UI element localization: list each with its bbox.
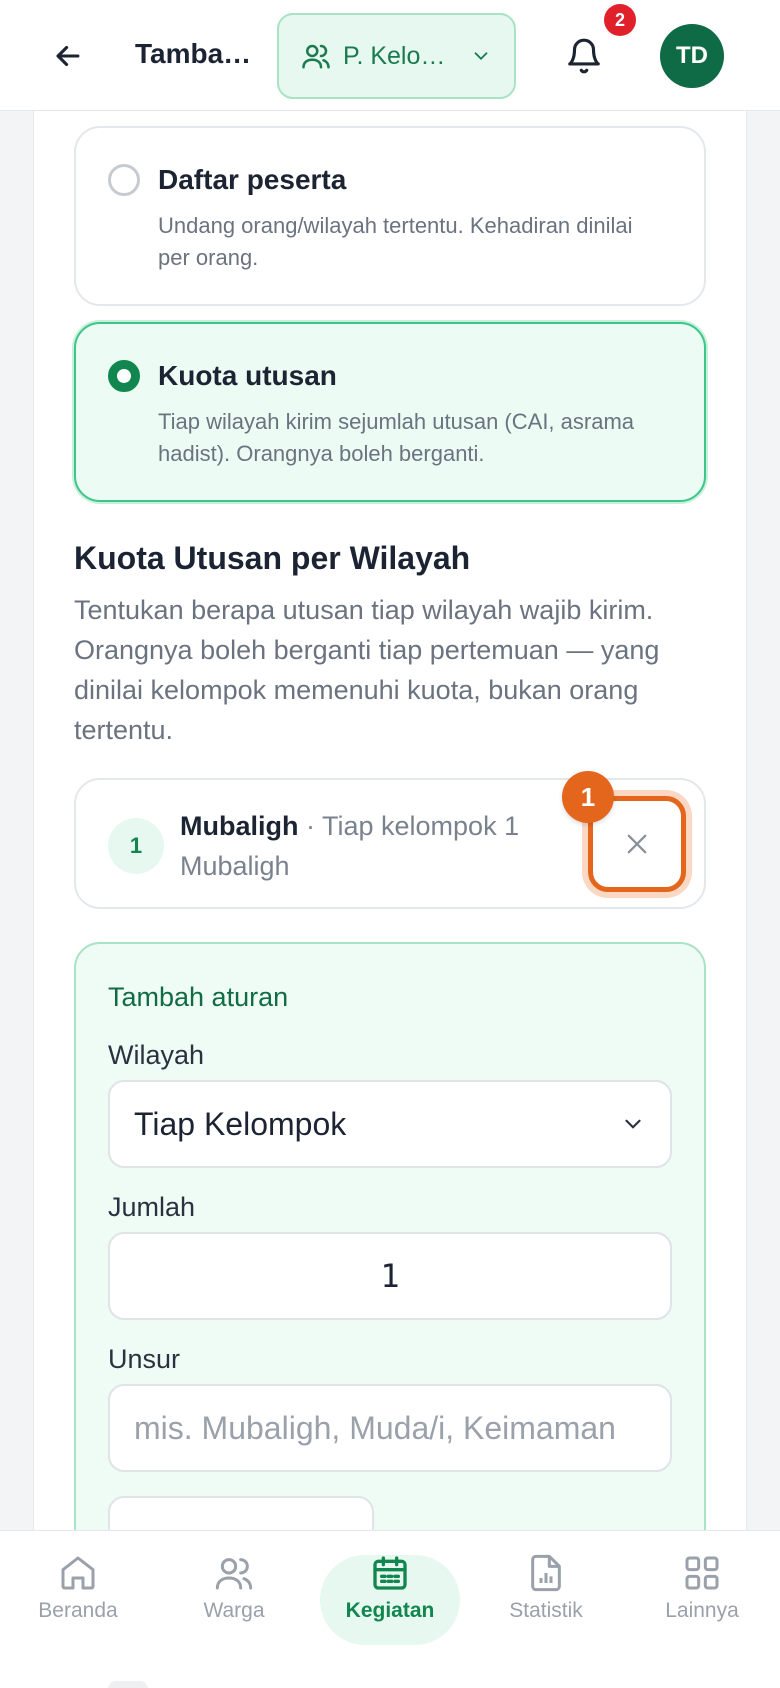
nav-label: Beranda (38, 1599, 118, 1622)
rule-name: Mubaligh (180, 811, 299, 841)
radio-daftar-peserta[interactable] (108, 164, 140, 196)
rule-text: Mubaligh · Tiap kelompok 1 Mubaligh (180, 806, 560, 886)
top-app-bar: Tamba… P. Kelo… 2 TD (0, 0, 780, 111)
chevron-down-icon (625, 1119, 641, 1129)
option-daftar-peserta[interactable]: Daftar peserta Undang orang/wilayah tert… (74, 126, 706, 306)
rule-number: 1 (108, 818, 164, 874)
option-title: Daftar peserta (158, 164, 347, 195)
add-rule-title: Tambah aturan (108, 982, 289, 1012)
group-selector-label: P. Kelo… (343, 41, 446, 70)
nav-lainnya[interactable]: Lainnya (632, 1553, 772, 1645)
nav-ghost-shadow (108, 1681, 148, 1688)
users-icon (302, 44, 330, 69)
option-description: Undang orang/wilayah tertentu. Kehadiran… (158, 213, 633, 270)
back-button[interactable] (40, 28, 96, 84)
group-selector[interactable]: P. Kelo… (277, 13, 516, 99)
option-kuota-utusan[interactable]: Kuota utusan Tiap wilayah kirim sejumlah… (74, 322, 706, 502)
arrow-left-icon (56, 45, 80, 67)
grid-icon (685, 1556, 719, 1590)
nav-label: Statistik (509, 1599, 583, 1622)
option-title: Kuota utusan (158, 360, 337, 391)
avatar[interactable]: TD (660, 24, 724, 88)
chart-file-icon (531, 1554, 561, 1592)
option-description: Tiap wilayah kirim sejumlah utusan (CAI,… (158, 409, 635, 466)
nav-label: Warga (203, 1599, 265, 1622)
nav-kegiatan[interactable]: Kegiatan (320, 1553, 460, 1645)
bell-icon (568, 38, 600, 74)
wilayah-select-value: Tiap Kelompok (134, 1105, 347, 1142)
chevron-down-icon (474, 52, 488, 61)
unsur-label: Unsur (108, 1344, 181, 1374)
radio-kuota-utusan[interactable] (108, 360, 140, 392)
unsur-input[interactable]: mis. Mubaligh, Muda/i, Keimaman (108, 1384, 672, 1472)
nav-label: Lainnya (665, 1599, 739, 1622)
jumlah-label: Jumlah (108, 1192, 196, 1222)
nav-statistik[interactable]: Statistik (476, 1553, 616, 1645)
home-icon (61, 1556, 95, 1590)
calendar-icon (373, 1556, 407, 1590)
page-title: Tamba… (135, 38, 252, 69)
close-icon (627, 834, 647, 854)
wilayah-select[interactable]: Tiap Kelompok (108, 1080, 672, 1168)
nav-label: Kegiatan (345, 1599, 435, 1622)
bottom-navigation: Beranda Warga Kegiatan Statistik Lainnya (0, 1530, 780, 1688)
section-title: Kuota Utusan per Wilayah (74, 540, 471, 576)
section-description: Tentukan berapa utusan tiap wilayah waji… (74, 595, 660, 745)
wilayah-label: Wilayah (108, 1040, 205, 1070)
step-marker-badge: 1 (562, 771, 614, 823)
users-icon (215, 1558, 253, 1590)
notifications-button[interactable] (556, 28, 612, 84)
notification-badge: 2 (604, 4, 636, 36)
jumlah-input[interactable]: 1 (108, 1232, 672, 1320)
nav-beranda[interactable]: Beranda (8, 1553, 148, 1645)
nav-warga[interactable]: Warga (164, 1553, 304, 1645)
